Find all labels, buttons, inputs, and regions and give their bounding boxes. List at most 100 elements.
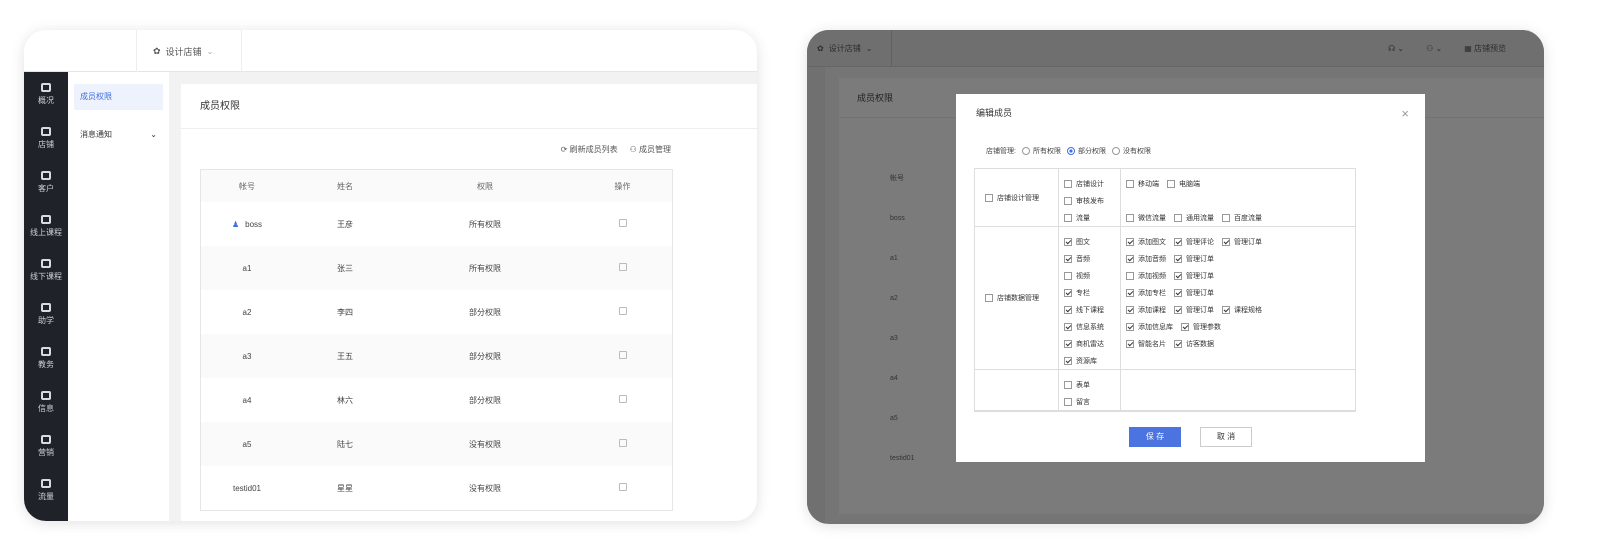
- checkbox-icon[interactable]: [1064, 237, 1072, 246]
- checkbox-icon[interactable]: [1222, 305, 1230, 314]
- perm-checkbox[interactable]: 线下课程: [1064, 305, 1104, 315]
- edit-icon[interactable]: [618, 351, 627, 359]
- checkbox-icon[interactable]: [1064, 179, 1072, 188]
- checkbox-icon[interactable]: [1064, 196, 1072, 205]
- perm-checkbox[interactable]: 表单: [1064, 380, 1090, 390]
- sub-perm-checkbox[interactable]: 添加课程: [1126, 305, 1166, 315]
- sub-perm-checkbox[interactable]: 添加音频: [1126, 254, 1166, 264]
- sub-perm-checkbox[interactable]: 百度流量: [1222, 213, 1262, 223]
- checkbox-icon[interactable]: [1064, 339, 1072, 348]
- checkbox-icon[interactable]: [1126, 339, 1134, 348]
- checkbox-icon[interactable]: [1064, 322, 1072, 331]
- sidebar-item[interactable]: 流量: [24, 468, 68, 512]
- edit-icon[interactable]: [618, 483, 627, 491]
- checkbox-icon[interactable]: [1126, 213, 1134, 222]
- checkbox-icon[interactable]: [1174, 271, 1182, 280]
- section-checkbox[interactable]: 店铺数据管理: [985, 293, 1039, 303]
- sub-perm-checkbox[interactable]: 智能名片: [1126, 339, 1166, 349]
- checkbox-icon[interactable]: [1064, 213, 1072, 222]
- member-manage-button[interactable]: ⚇ 成员管理: [630, 144, 671, 155]
- subnav-item[interactable]: 成员权限: [74, 84, 163, 110]
- checkbox-icon[interactable]: [1064, 254, 1072, 263]
- checkbox-icon[interactable]: [1064, 305, 1072, 314]
- radio-icon[interactable]: [1066, 147, 1075, 156]
- perm-checkbox[interactable]: 资源库: [1064, 356, 1097, 366]
- edit-icon[interactable]: [618, 307, 627, 315]
- refresh-members-button[interactable]: ⟳ 刷新成员列表: [561, 144, 618, 155]
- cancel-button[interactable]: 取 消: [1200, 427, 1252, 447]
- checkbox-icon[interactable]: [1126, 179, 1134, 188]
- radio-option[interactable]: 没有权限: [1111, 146, 1151, 156]
- perm-checkbox[interactable]: 商机雷达: [1064, 339, 1104, 349]
- shop-selector[interactable]: ✿ 设计店铺 ⌄: [807, 30, 892, 67]
- radio-icon[interactable]: [1021, 147, 1030, 156]
- edit-icon[interactable]: [618, 263, 627, 271]
- checkbox-icon[interactable]: [985, 294, 993, 303]
- sidebar-item[interactable]: 营销: [24, 424, 68, 468]
- sub-perm-checkbox[interactable]: 添加信息库: [1126, 322, 1173, 332]
- radio-option[interactable]: 部分权限: [1066, 146, 1106, 156]
- radio-option[interactable]: 所有权限: [1021, 146, 1061, 156]
- perm-checkbox[interactable]: 流量: [1064, 213, 1090, 223]
- sub-perm-checkbox[interactable]: 电脑端: [1167, 179, 1200, 189]
- perm-checkbox[interactable]: 专栏: [1064, 288, 1090, 298]
- sidebar-item[interactable]: 信息: [24, 380, 68, 424]
- checkbox-icon[interactable]: [1181, 322, 1189, 331]
- checkbox-icon[interactable]: [1064, 271, 1072, 280]
- checkbox-icon[interactable]: [1174, 213, 1182, 222]
- checkbox-icon[interactable]: [1126, 254, 1134, 263]
- sub-perm-checkbox[interactable]: 管理评论: [1174, 237, 1214, 247]
- perm-checkbox[interactable]: 图文: [1064, 237, 1090, 247]
- sub-perm-checkbox[interactable]: 访客数据: [1174, 339, 1214, 349]
- edit-icon[interactable]: [618, 439, 627, 447]
- checkbox-icon[interactable]: [1126, 322, 1134, 331]
- sidebar-item[interactable]: 店铺: [24, 116, 68, 160]
- checkbox-icon[interactable]: [1174, 254, 1182, 263]
- checkbox-icon[interactable]: [1126, 305, 1134, 314]
- close-icon[interactable]: ×: [1401, 106, 1409, 121]
- sidebar-item[interactable]: 助学: [24, 292, 68, 336]
- sub-perm-checkbox[interactable]: 添加视频: [1126, 271, 1166, 281]
- checkbox-icon[interactable]: [1064, 380, 1072, 389]
- sub-perm-checkbox[interactable]: 管理订单: [1222, 237, 1262, 247]
- checkbox-icon[interactable]: [1174, 305, 1182, 314]
- perm-checkbox[interactable]: 店铺设计: [1064, 179, 1104, 189]
- sub-perm-checkbox[interactable]: 添加图文: [1126, 237, 1166, 247]
- sidebar-item[interactable]: 教务: [24, 336, 68, 380]
- shop-preview-button[interactable]: ▦ 店铺预览: [1464, 43, 1506, 54]
- headset-icon[interactable]: ☊ ⌄: [1388, 44, 1404, 53]
- perm-checkbox[interactable]: 留言: [1064, 397, 1090, 407]
- edit-icon[interactable]: [618, 219, 627, 227]
- sidebar-item[interactable]: 客户: [24, 160, 68, 204]
- checkbox-icon[interactable]: [1174, 288, 1182, 297]
- shop-selector[interactable]: ✿ 设计店铺 ⌄: [136, 30, 242, 72]
- sub-perm-checkbox[interactable]: 通用流量: [1174, 213, 1214, 223]
- sub-perm-checkbox[interactable]: 管理订单: [1174, 288, 1214, 298]
- sidebar-item[interactable]: 线上课程: [24, 204, 68, 248]
- perm-checkbox[interactable]: 音频: [1064, 254, 1090, 264]
- checkbox-icon[interactable]: [1064, 288, 1072, 297]
- user-icon[interactable]: ⚇ ⌄: [1426, 44, 1442, 53]
- edit-icon[interactable]: [618, 395, 627, 403]
- radio-icon[interactable]: [1111, 147, 1120, 156]
- checkbox-icon[interactable]: [1167, 179, 1175, 188]
- sub-perm-checkbox[interactable]: 移动端: [1126, 179, 1159, 189]
- section-checkbox[interactable]: 店铺设计管理: [985, 193, 1039, 203]
- sub-perm-checkbox[interactable]: 课程规格: [1222, 305, 1262, 315]
- checkbox-icon[interactable]: [1174, 339, 1182, 348]
- checkbox-icon[interactable]: [985, 193, 993, 202]
- checkbox-icon[interactable]: [1222, 213, 1230, 222]
- checkbox-icon[interactable]: [1126, 237, 1134, 246]
- sub-perm-checkbox[interactable]: 管理订单: [1174, 305, 1214, 315]
- sub-perm-checkbox[interactable]: 添加专栏: [1126, 288, 1166, 298]
- sidebar-item[interactable]: 概况: [24, 72, 68, 116]
- checkbox-icon[interactable]: [1064, 356, 1072, 365]
- sidebar-item[interactable]: 线下课程: [24, 248, 68, 292]
- perm-checkbox[interactable]: 信息系统: [1064, 322, 1104, 332]
- sub-perm-checkbox[interactable]: 管理参数: [1181, 322, 1221, 332]
- sub-perm-checkbox[interactable]: 管理订单: [1174, 271, 1214, 281]
- checkbox-icon[interactable]: [1222, 237, 1230, 246]
- sub-perm-checkbox[interactable]: 微信流量: [1126, 213, 1166, 223]
- checkbox-icon[interactable]: [1126, 288, 1134, 297]
- checkbox-icon[interactable]: [1126, 271, 1134, 280]
